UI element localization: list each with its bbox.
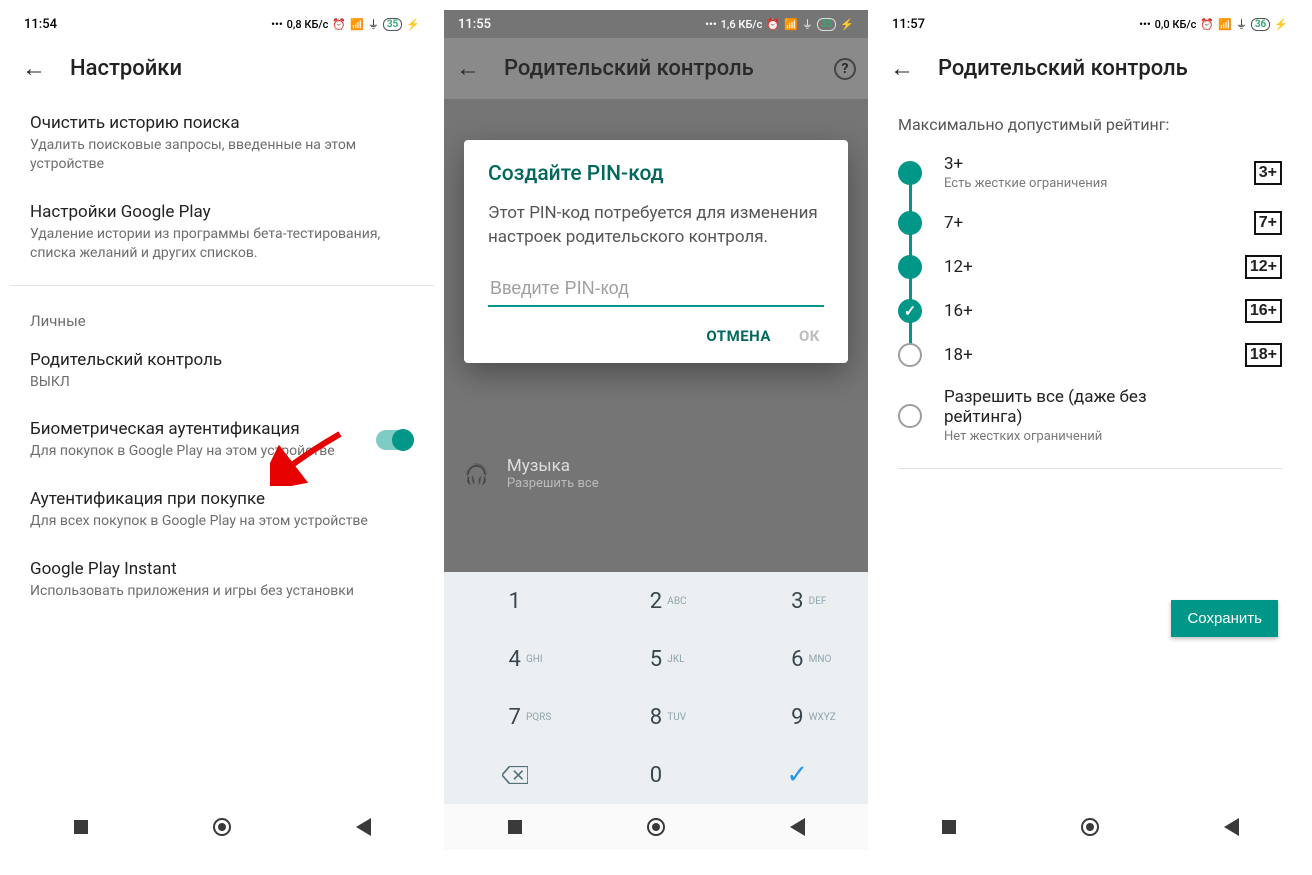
rating-heading: Максимально допустимый рейтинг: <box>878 99 1302 144</box>
save-button[interactable]: Сохранить <box>1171 600 1278 637</box>
alarm-icon: ⏰ <box>1200 18 1214 31</box>
item-biometric-auth[interactable]: Биометрическая аутентификация Для покупо… <box>10 405 434 475</box>
nav-recent-icon[interactable] <box>506 818 524 836</box>
back-icon[interactable]: ← <box>890 54 914 83</box>
alarm-icon: ⏰ <box>332 18 346 31</box>
nav-home-icon[interactable] <box>647 818 665 836</box>
wifi-icon: ⏚ <box>368 16 379 32</box>
nav-recent-icon[interactable] <box>72 818 90 836</box>
pin-dialog: Создайте PIN-код Этот PIN-код потребуетс… <box>464 140 848 363</box>
rating-badge-18: 18+ <box>1245 343 1282 367</box>
rating-badge-3: 3+ <box>1254 161 1282 185</box>
numeric-keypad: 1 2 ABC 3 DEF 4 GHI 5 JKL 6 MNO 7 PQRS 8… <box>444 572 868 804</box>
divider <box>898 468 1282 469</box>
battery-icon: 36 <box>1251 18 1270 31</box>
signal-icon: 📶 <box>1218 18 1232 31</box>
cancel-button[interactable]: ОТМЕНА <box>706 327 771 345</box>
signal-icon: 📶 <box>784 18 798 31</box>
nav-bar <box>444 804 868 850</box>
status-bar: 11:57 •••0,0 КБ/с ⏰ 📶 ⏚ 36 ⚡ <box>878 10 1302 38</box>
item-music-behind: 🎧 Музыка Разрешить все <box>444 440 868 507</box>
phone-settings: 11:54 •••0,8 КБ/с ⏰ 📶 ⏚ 35 ⚡ ← Настройки… <box>10 10 434 850</box>
battery-icon: 35 <box>383 18 402 31</box>
nav-back-icon[interactable] <box>1222 818 1240 836</box>
ok-button[interactable]: ОК <box>799 327 820 345</box>
key-3[interactable]: 3 DEF <box>727 572 868 630</box>
status-bar: 11:54 •••0,8 КБ/с ⏰ 📶 ⏚ 35 ⚡ <box>10 10 434 38</box>
radio-checked-icon <box>898 299 922 323</box>
radio-icon <box>898 343 922 367</box>
page-title: Родительский контроль <box>504 56 754 81</box>
rating-7plus[interactable]: 7+ 7+ <box>878 201 1302 245</box>
key-1[interactable]: 1 <box>444 572 585 630</box>
key-backspace[interactable] <box>444 746 585 804</box>
charging-icon: ⚡ <box>406 18 420 31</box>
rating-allow-all[interactable]: Разрешить все (даже без рейтинга) Нет же… <box>878 377 1302 454</box>
section-personal: Личные <box>10 294 434 336</box>
radio-icon <box>898 255 922 279</box>
radio-icon <box>898 404 922 428</box>
divider <box>10 285 434 286</box>
rating-16plus[interactable]: 16+ 16+ <box>878 289 1302 333</box>
key-2[interactable]: 2 ABC <box>585 572 726 630</box>
back-icon[interactable]: ← <box>456 54 480 83</box>
item-parental-control[interactable]: Родительский контроль ВЫКЛ <box>10 336 434 406</box>
key-4[interactable]: 4 GHI <box>444 630 585 688</box>
back-icon[interactable]: ← <box>22 54 46 83</box>
rating-badge-7: 7+ <box>1254 211 1282 235</box>
rating-badge-16: 16+ <box>1245 299 1282 323</box>
key-8[interactable]: 8 TUV <box>585 688 726 746</box>
status-time: 11:54 <box>24 17 57 32</box>
key-confirm[interactable]: ✓ <box>727 746 868 804</box>
charging-icon: ⚡ <box>1274 18 1288 31</box>
status-time: 11:55 <box>458 17 491 32</box>
item-purchase-auth[interactable]: Аутентификация при покупке Для всех поку… <box>10 475 434 545</box>
rating-3plus[interactable]: 3+ Есть жесткие ограничения 3+ <box>878 144 1302 201</box>
signal-icon: 📶 <box>350 18 364 31</box>
radio-icon <box>898 161 922 185</box>
alarm-icon: ⏰ <box>766 18 780 31</box>
item-gplay-instant[interactable]: Google Play Instant Использовать приложе… <box>10 545 434 615</box>
nav-bar <box>878 804 1302 850</box>
key-0[interactable]: 0 <box>585 746 726 804</box>
dialog-text: Этот PIN-код потребуется для изменения н… <box>488 202 824 250</box>
status-time: 11:57 <box>892 17 925 32</box>
nav-bar <box>10 804 434 850</box>
rating-12plus[interactable]: 12+ 12+ <box>878 245 1302 289</box>
key-6[interactable]: 6 MNO <box>727 630 868 688</box>
phone-pin-dialog: 11:55 •••1,6 КБ/с ⏰ 📶 ⏚ 35 ⚡ ← Родительс… <box>444 10 868 850</box>
key-5[interactable]: 5 JKL <box>585 630 726 688</box>
nav-home-icon[interactable] <box>213 818 231 836</box>
page-title: Родительский контроль <box>938 56 1188 81</box>
appbar: ← Настройки <box>10 38 434 99</box>
item-gplay-settings[interactable]: Настройки Google Play Удаление истории и… <box>10 188 434 277</box>
page-title: Настройки <box>70 56 182 81</box>
nav-back-icon[interactable] <box>354 818 372 836</box>
appbar: ← Родительский контроль <box>878 38 1302 99</box>
battery-icon: 35 <box>817 18 836 31</box>
wifi-icon: ⏚ <box>1236 16 1247 32</box>
help-icon[interactable]: ? <box>834 58 856 80</box>
nav-recent-icon[interactable] <box>940 818 958 836</box>
radio-icon <box>898 211 922 235</box>
status-right: •••0,8 КБ/с ⏰ 📶 ⏚ 35 ⚡ <box>271 16 420 32</box>
wifi-icon: ⏚ <box>802 16 813 32</box>
headphones-icon: 🎧 <box>464 462 489 486</box>
rating-18plus[interactable]: 18+ 18+ <box>878 333 1302 377</box>
status-bar: 11:55 •••1,6 КБ/с ⏰ 📶 ⏚ 35 ⚡ <box>444 10 868 38</box>
phone-rating-select: 11:57 •••0,0 КБ/с ⏰ 📶 ⏚ 36 ⚡ ← Родительс… <box>878 10 1302 850</box>
biometric-toggle[interactable] <box>376 430 412 450</box>
pin-input[interactable] <box>488 272 824 307</box>
key-9[interactable]: 9 WXYZ <box>727 688 868 746</box>
appbar: ← Родительский контроль ? <box>444 38 868 99</box>
charging-icon: ⚡ <box>840 18 854 31</box>
rating-badge-12: 12+ <box>1245 255 1282 279</box>
nav-back-icon[interactable] <box>788 818 806 836</box>
item-clear-history[interactable]: Очистить историю поиска Удалить поисковы… <box>10 99 434 188</box>
dialog-title: Создайте PIN-код <box>488 162 824 186</box>
nav-home-icon[interactable] <box>1081 818 1099 836</box>
key-7[interactable]: 7 PQRS <box>444 688 585 746</box>
